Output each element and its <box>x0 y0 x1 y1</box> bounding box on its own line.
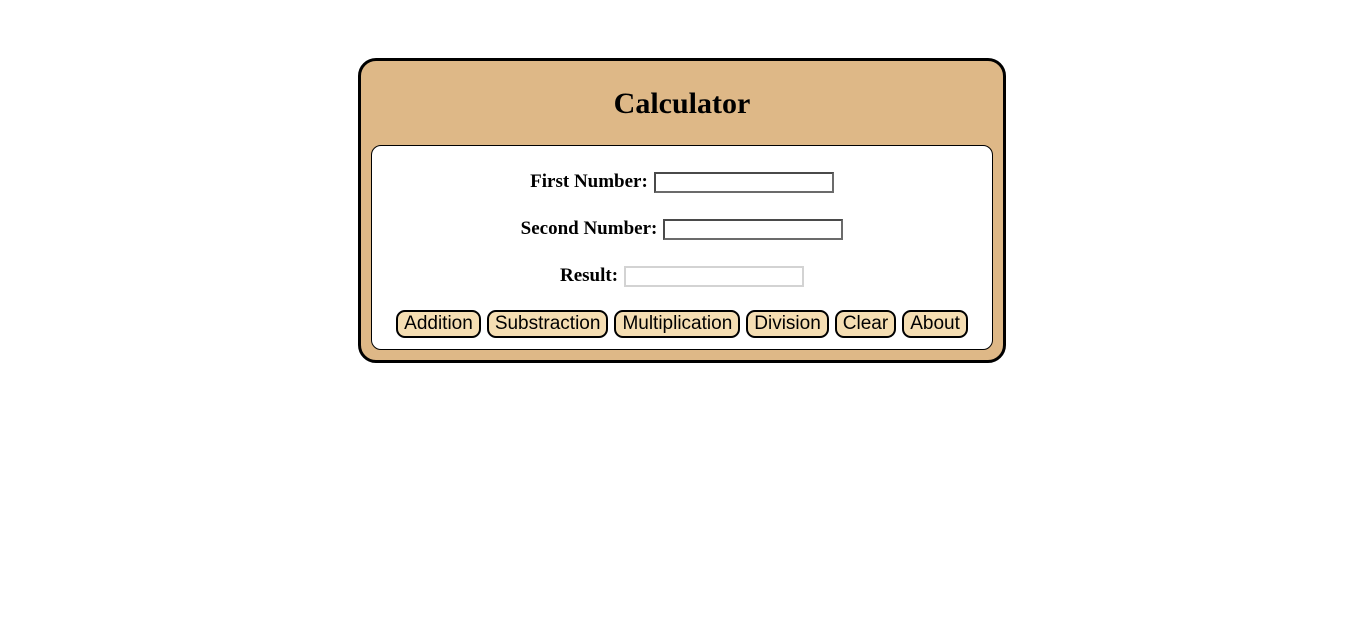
first-number-input[interactable] <box>653 171 834 193</box>
result-field <box>624 265 805 287</box>
division-button[interactable]: Division <box>746 310 829 338</box>
multiplication-button[interactable]: Multiplication <box>614 310 741 338</box>
first-number-label: First Number: <box>530 171 648 192</box>
result-label: Result: <box>559 265 619 286</box>
addition-button[interactable]: Addition <box>396 310 481 338</box>
about-button[interactable]: About <box>902 310 968 338</box>
calculator-panel: First Number: Second Number: Result: Add… <box>371 145 993 350</box>
operation-buttons: Addition Substraction Multiplication Div… <box>372 310 992 338</box>
calculator-title: Calculator <box>613 87 751 120</box>
calculator-container: Calculator First Number: Second Number: … <box>358 58 1006 363</box>
first-number-row: First Number: <box>372 171 992 193</box>
second-number-input[interactable] <box>663 218 844 240</box>
result-row: Result: <box>372 265 992 287</box>
subtraction-button[interactable]: Substraction <box>486 310 609 338</box>
second-number-label: Second Number: <box>520 218 658 239</box>
second-number-row: Second Number: <box>372 218 992 240</box>
clear-button[interactable]: Clear <box>834 310 897 338</box>
